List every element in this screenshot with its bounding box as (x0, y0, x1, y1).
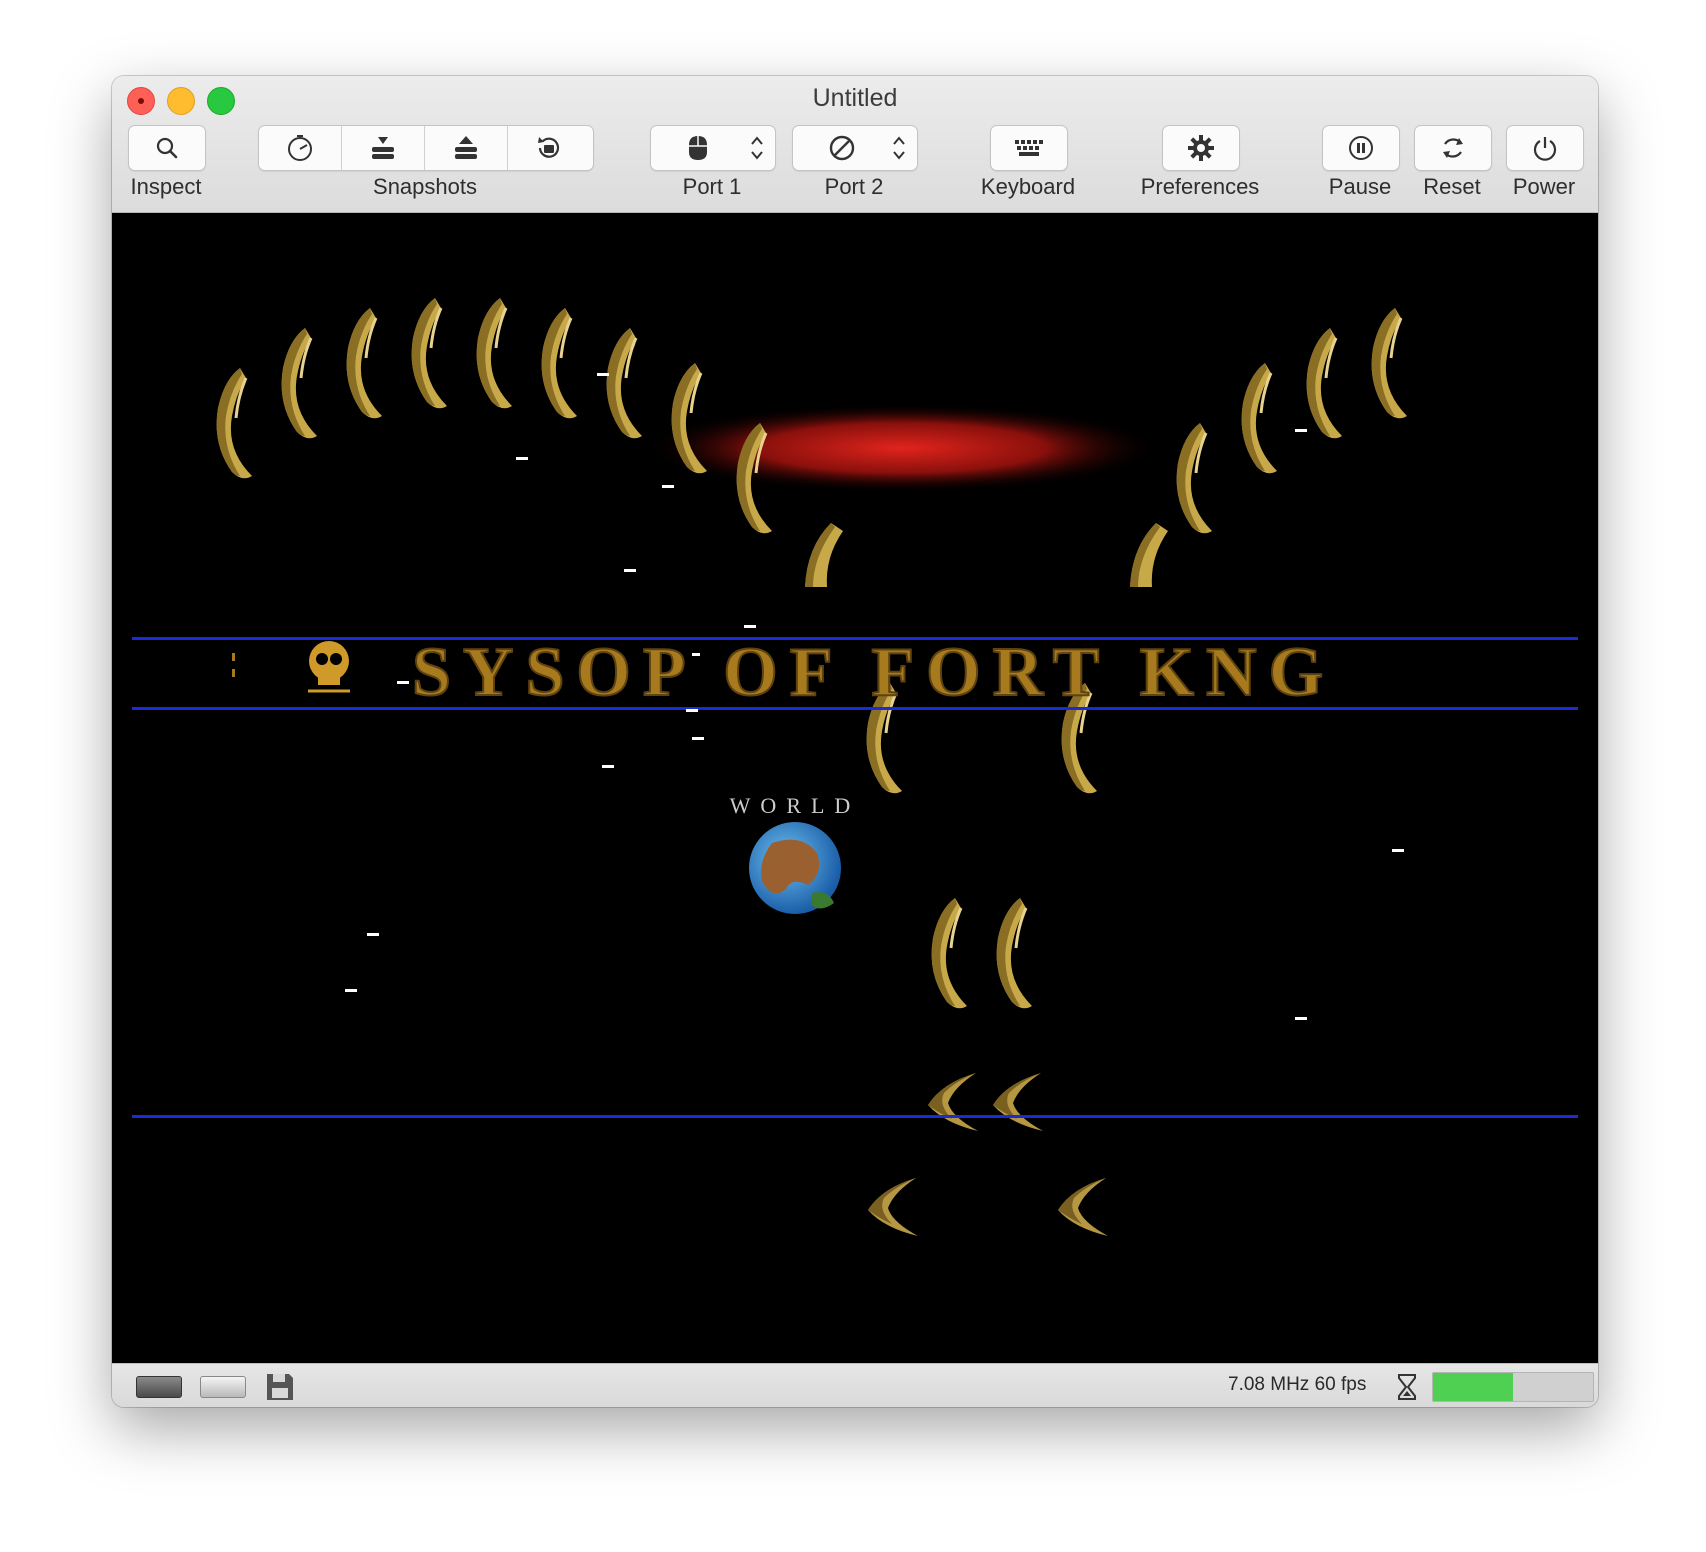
drive-8-icon[interactable] (136, 1376, 182, 1398)
snapshots-control[interactable] (258, 125, 594, 171)
scroller-text: SYSOP OF FORT KNG (412, 634, 1335, 711)
keyboard-icon (1015, 140, 1043, 156)
window-title: Untitled (812, 84, 898, 112)
snapshot-eject-icon (455, 136, 477, 159)
titlebar: Untitled Inspect Snapshots Port 1 Port 2… (112, 76, 1598, 213)
pause-label: Pause (1328, 174, 1392, 199)
keyboard-label: Keyboard (980, 174, 1076, 199)
world-globe-sprite: WORLD (730, 793, 861, 914)
snapshot-stack-icon (372, 137, 394, 159)
speed-meter (1432, 1372, 1594, 1402)
preferences-button[interactable] (1162, 125, 1240, 171)
red-glow (642, 403, 1162, 493)
inspect-label: Inspect (130, 174, 202, 199)
snapshot-restore-icon (538, 137, 560, 158)
skull-sprite (232, 641, 350, 693)
snapshot-eject-button[interactable] (425, 126, 508, 170)
magnifier-icon (156, 137, 178, 159)
gear-icon (1188, 135, 1214, 161)
status-bar: 7.08 MHz 60 fps (112, 1363, 1598, 1407)
hourglass-icon[interactable] (1396, 1373, 1418, 1401)
speed-meter-fill (1433, 1373, 1513, 1401)
power-icon (1533, 137, 1557, 161)
snapshot-take-icon (288, 135, 312, 161)
inspect-button[interactable] (128, 125, 206, 171)
snapshot-take-button[interactable] (259, 126, 342, 170)
port1-label: Port 1 (682, 174, 742, 199)
snapshot-stack-button[interactable] (342, 126, 425, 170)
raster-line (132, 1115, 1578, 1118)
preferences-label: Preferences (1140, 174, 1260, 199)
snapshots-label: Snapshots (373, 174, 477, 199)
game-screen-graphics: SYSOP OF FORT KNG WORLD (132, 296, 1578, 1236)
drive-9-icon[interactable] (200, 1376, 246, 1398)
power-button[interactable] (1506, 125, 1584, 171)
globe-label: WORLD (730, 793, 861, 818)
port2-label: Port 2 (824, 174, 884, 199)
speed-readout: 7.08 MHz 60 fps (1228, 1374, 1367, 1395)
port2-popup[interactable] (792, 125, 918, 171)
mouse-icon (689, 136, 707, 160)
port1-popup[interactable] (650, 125, 776, 171)
pause-icon (1349, 136, 1373, 160)
updown-chevron-icon (751, 136, 763, 160)
reset-icon (1443, 138, 1463, 158)
keyboard-button[interactable] (990, 125, 1068, 171)
updown-chevron-icon (893, 136, 905, 160)
snapshot-restore-button[interactable] (508, 126, 590, 170)
reset-label: Reset (1423, 174, 1481, 199)
emulator-screen[interactable]: SYSOP OF FORT KNG WORLD (112, 213, 1598, 1363)
none-icon (829, 135, 855, 161)
emulator-window: Untitled Inspect Snapshots Port 1 Port 2… (112, 76, 1598, 1407)
floppy-icon[interactable] (264, 1371, 296, 1403)
power-label: Power (1512, 174, 1576, 199)
pause-button[interactable] (1322, 125, 1400, 171)
reset-button[interactable] (1414, 125, 1492, 171)
